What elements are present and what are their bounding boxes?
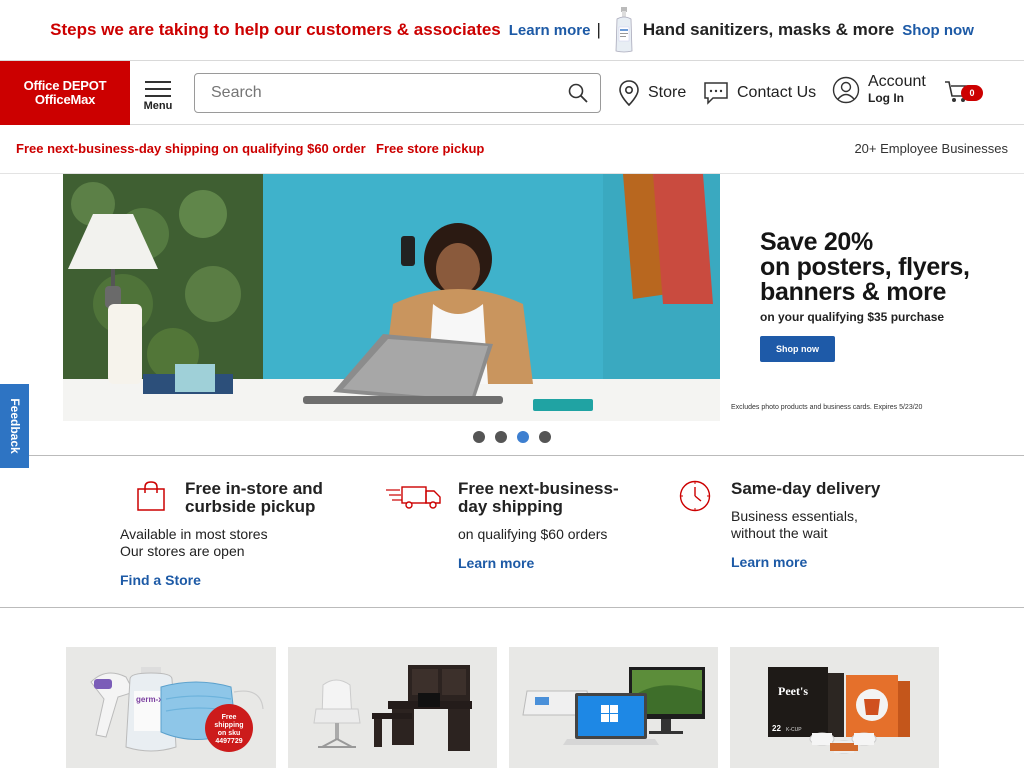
free-shipping-badge-line-4: 4497729 [215, 738, 242, 745]
find-a-store-link[interactable]: Find a Store [120, 572, 201, 588]
cart-count-badge: 0 [961, 85, 983, 101]
coffee-count-label: 22 [772, 724, 781, 733]
site-header: Office DEPOT OfficeMax Menu Store Contac… [0, 61, 1024, 125]
menu-label: Menu [143, 100, 173, 112]
chat-bubble-icon [704, 82, 728, 105]
store-link[interactable]: Store [618, 77, 686, 109]
contact-label: Contact Us [737, 84, 817, 101]
same-day-learn-more-link[interactable]: Learn more [731, 554, 807, 570]
feature-same-day-description: Business essentials, without the wait [731, 508, 858, 542]
hero-headline-line-3: banners & more [760, 278, 947, 306]
category-tile-furniture[interactable] [288, 647, 497, 768]
hero-shop-now-button[interactable]: Shop now [760, 336, 835, 362]
account-link[interactable]: Account Log In [832, 74, 1024, 106]
feedback-label: Feedback [7, 398, 22, 454]
sanitizer-bottle-icon [615, 7, 633, 53]
feature-pickup-title-line-2: curbside pickup [185, 497, 316, 516]
feature-pickup-title: Free in-store and curbside pickup [185, 480, 323, 516]
store-label: Store [648, 84, 687, 101]
carousel-dot-2[interactable] [495, 431, 507, 443]
feature-same-day-delivery: Same-day delivery Business essentials, w… [679, 478, 949, 598]
feature-pickup-description-line-2: Our stores are open [120, 543, 245, 559]
logo-text-officemax: OfficeMax [34, 92, 96, 107]
feature-next-day-shipping: Free next-business- day shipping on qual… [386, 478, 656, 598]
clock-icon [679, 480, 711, 512]
carousel-dots [473, 431, 551, 443]
feature-same-day-title: Same-day delivery [731, 479, 881, 498]
feature-pickup-description: Available in most stores Our stores are … [120, 526, 268, 560]
hero-woman-laptop-image [63, 174, 720, 421]
search-input[interactable] [196, 75, 556, 111]
hero-text-panel: Save 20% on posters, flyers, banners & m… [720, 174, 1019, 421]
location-pin-icon [619, 80, 639, 106]
search-box [194, 73, 601, 113]
office-furniture-image [313, 665, 472, 751]
user-avatar-icon [832, 76, 860, 104]
cart-button[interactable]: 0 [944, 79, 988, 109]
free-shipping-badge-line-2: shipping [214, 722, 243, 729]
free-shipping-badge-line-3: on sku [218, 730, 241, 737]
feature-pickup-title-line-1: Free in-store and [185, 479, 323, 498]
technology-products-image [522, 667, 705, 745]
feature-shipping-title: Free next-business- day shipping [458, 480, 619, 516]
germx-bottle-label: germ-x [136, 695, 163, 704]
logo-text-office-depot: Office DEPOT [23, 78, 107, 93]
category-tile-cleaning-supplies[interactable]: germ-x Free shipping on sku 4497729 [66, 647, 276, 768]
feature-shipping-title-line-1: Free next-business- [458, 479, 619, 498]
coffee-products-image: Peet's 22 K-CUP [768, 667, 910, 754]
shipping-learn-more-link[interactable]: Learn more [458, 555, 534, 571]
hero-fine-print: Excludes photo products and business car… [731, 404, 923, 411]
menu-button[interactable]: Menu [142, 79, 174, 115]
announcement-learn-more-link[interactable]: Learn more [509, 22, 591, 39]
promo-strip: Free next-business-day shipping on quali… [0, 125, 1024, 174]
carousel-dot-1[interactable] [473, 431, 485, 443]
free-shipping-badge-line-1: Free [222, 714, 237, 721]
office-depot-logo[interactable]: Office DEPOT OfficeMax [0, 61, 130, 125]
cleaning-supplies-image: germ-x Free shipping on sku 4497729 [90, 667, 264, 752]
employee-businesses-link[interactable]: 20+ Employee Businesses [854, 141, 1008, 156]
carousel-dot-3[interactable] [517, 431, 529, 443]
hero-headline-line-2: on posters, flyers, [760, 253, 970, 281]
feature-shipping-description: on qualifying $60 orders [458, 526, 608, 542]
feature-same-day-description-line-1: Business essentials, [731, 508, 858, 524]
feedback-tab[interactable]: Feedback [0, 384, 29, 468]
announcement-headline[interactable]: Steps we are taking to help our customer… [50, 20, 501, 40]
hero-banner[interactable]: Save 20% on posters, flyers, banners & m… [5, 174, 1019, 421]
hero-subline: on your qualifying $35 purchase [760, 310, 945, 324]
free-store-pickup-link[interactable]: Free store pickup [376, 141, 484, 156]
free-shipping-link[interactable]: Free next-business-day shipping on quali… [16, 141, 366, 156]
announcement-shop-now-link[interactable]: Shop now [902, 22, 974, 39]
carousel-dot-4[interactable] [539, 431, 551, 443]
sanitizer-promo-text[interactable]: Hand sanitizers, masks & more [643, 20, 894, 40]
feature-store-pickup: Free in-store and curbside pickup Availa… [120, 478, 360, 598]
delivery-truck-icon [386, 486, 441, 509]
category-tile-technology[interactable] [509, 647, 718, 768]
search-icon[interactable] [568, 83, 588, 103]
category-tile-coffee[interactable]: Peet's 22 K-CUP [730, 647, 939, 768]
section-divider [0, 607, 1024, 608]
feature-pickup-description-line-1: Available in most stores [120, 526, 268, 542]
feature-same-day-description-line-2: without the wait [731, 525, 828, 541]
peets-brand-label: Peet's [778, 684, 808, 698]
section-divider [0, 455, 1024, 456]
hero-headline-line-1: Save 20% [760, 228, 873, 256]
announcement-separator: | [596, 20, 601, 39]
hamburger-icon [145, 81, 171, 97]
feature-shipping-title-line-2: day shipping [458, 497, 563, 516]
hero-headline: Save 20% on posters, flyers, banners & m… [760, 230, 970, 305]
shopping-bag-icon [137, 481, 165, 511]
contact-us-link[interactable]: Contact Us [703, 77, 816, 109]
announcement-bar: Steps we are taking to help our customer… [0, 0, 1024, 61]
k-cup-label: K-CUP [786, 727, 802, 733]
